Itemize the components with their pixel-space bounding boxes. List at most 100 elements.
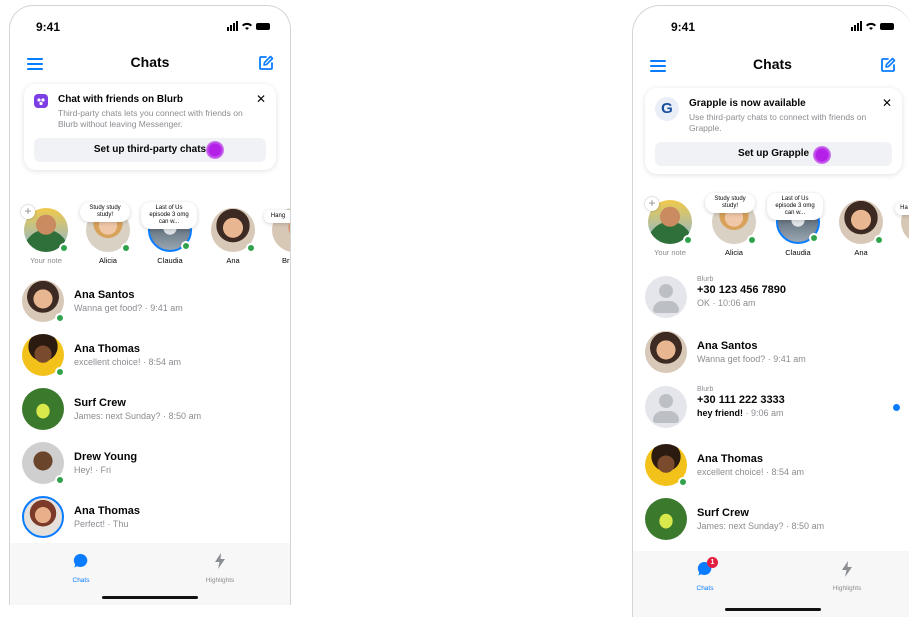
chat-meta: Ana Thomas excellent choice! · 8:54 am (697, 452, 884, 478)
chat-row[interactable]: Ana Santos Wanna get food? · 9:41 am (22, 278, 278, 326)
story-name: Alicia (725, 248, 743, 257)
third-party-promo-card: Chat with friends on Blurb Third-party c… (24, 84, 276, 170)
tap-indicator (813, 146, 831, 164)
promo-body: Use third-party chats to connect with fr… (689, 112, 867, 133)
chat-preview: Perfect! · Thu (74, 519, 129, 529)
chat-meta: Ana Santos Wanna get food? · 9:41 am (74, 288, 262, 314)
chat-name: +30 111 222 3333 (697, 394, 785, 406)
story-name: Claudia (785, 248, 811, 257)
lightning-icon (215, 553, 225, 569)
nav-bar: Chats (633, 52, 909, 76)
stories-row: + Your note Study study study! Alicia La… (10, 202, 290, 282)
story-name: Ana (854, 248, 868, 257)
setup-button-label: Set up Grapple (737, 148, 810, 159)
chat-row[interactable]: Ana Santos Wanna get food? · 9:41 am (645, 329, 900, 377)
chat-meta: Blurb +30 123 456 7890 OK · 10:06 am (697, 276, 884, 309)
status-icons (227, 21, 270, 31)
chat-name: Surf Crew (74, 397, 126, 409)
online-indicator (747, 235, 757, 245)
avatar (22, 496, 64, 538)
chat-row[interactable]: Surf Crew James: next Sunday? · 8:50 am (22, 386, 278, 434)
story-name: Br (282, 256, 290, 265)
chat-preview: OK · 10:06 am (697, 298, 756, 308)
chat-preview: excellent choice! · 8:54 am (697, 467, 805, 477)
battery-icon (880, 23, 894, 30)
online-indicator (55, 367, 65, 377)
compose-icon[interactable] (258, 55, 274, 71)
add-note-icon[interactable]: + (21, 205, 35, 219)
home-indicator (724, 608, 821, 611)
setup-grapple-button[interactable]: Set up Grapple (655, 142, 892, 166)
page-title: Chats (753, 56, 792, 72)
tap-indicator (206, 141, 224, 159)
chat-preview: James: next Sunday? · 8:50 am (697, 521, 825, 531)
avatar: + (645, 197, 693, 245)
avatar (645, 386, 687, 428)
chat-meta: Drew Young Hey! · Fri (74, 450, 262, 476)
home-indicator (102, 596, 198, 599)
tab-label: Chats (696, 585, 714, 592)
status-bar: 9:41 (36, 20, 270, 34)
online-indicator (874, 235, 884, 245)
chat-preview-time: · 9:06 am (743, 408, 784, 418)
avatar: + (21, 205, 69, 253)
close-icon[interactable]: ✕ (882, 96, 892, 110)
grapple-promo-card: G Grapple is now available Use third-par… (645, 88, 902, 174)
tab-chats[interactable]: Chats (51, 553, 111, 584)
setup-third-party-button[interactable]: Set up third-party chats (34, 138, 266, 162)
nav-bar: Chats (10, 50, 290, 74)
avatar (22, 442, 65, 485)
online-indicator (809, 233, 819, 243)
compose-icon[interactable] (880, 57, 896, 73)
chat-preview: excellent choice! · 8:54 am (74, 357, 182, 367)
status-bar: 9:41 (671, 20, 894, 34)
chat-row[interactable]: Surf Crew James: next Sunday? · 8:50 am (645, 496, 900, 544)
story-name: Claudia (157, 256, 183, 265)
tab-highlights[interactable]: Highlights (190, 553, 250, 584)
online-indicator (55, 313, 65, 323)
tab-highlights[interactable]: Highlights (817, 561, 877, 592)
chat-meta: Ana Thomas Perfect! · Thu (74, 504, 262, 530)
story-name: Your note (30, 256, 62, 265)
chat-row[interactable]: Ana Thomas Perfect! · Thu (22, 494, 278, 542)
chat-row[interactable]: Drew Young Hey! · Fri (22, 440, 278, 488)
promo-body: Third-party chats lets you connect with … (58, 108, 243, 129)
story-your-note[interactable]: + Your note (643, 197, 697, 257)
chat-preview: Wanna get food? · 9:41 am (697, 354, 806, 364)
online-indicator (121, 243, 131, 253)
tab-label: Chats (72, 577, 90, 584)
online-indicator (181, 241, 191, 251)
note-bubble: Last of Us episode 3 omg can w... (141, 202, 197, 229)
tab-bar: 1 Chats Highlights (633, 551, 909, 617)
avatar (839, 200, 884, 245)
battery-icon (256, 23, 270, 30)
close-icon[interactable]: ✕ (256, 92, 266, 106)
grapple-app-icon: G (655, 97, 679, 121)
note-bubble: Last of Us episode 3 omg can w... (767, 193, 823, 220)
chat-name: Ana Santos (74, 289, 135, 301)
online-indicator (678, 477, 688, 487)
note-bubble: Study study study! (80, 202, 130, 222)
stories-row: + Your note Study study study! Alicia La… (633, 190, 909, 270)
story-your-note[interactable]: + Your note (19, 205, 73, 265)
promo-title: Chat with friends on Blurb (58, 94, 183, 105)
tab-label: Highlights (205, 577, 235, 584)
story-ana[interactable]: Ana (206, 208, 260, 265)
tab-chats[interactable]: 1 Chats (675, 557, 735, 592)
chat-row[interactable]: Blurb +30 123 456 7890 OK · 10:06 am (645, 274, 900, 322)
signal-icon (227, 21, 238, 31)
chat-row[interactable]: Ana Thomas excellent choice! · 8:54 am (22, 332, 278, 380)
chat-preview: Hey! · Fri (74, 465, 111, 475)
avatar (211, 208, 256, 253)
tab-bar: Chats Highlights (10, 543, 290, 605)
online-indicator (59, 243, 69, 253)
chat-bubble-icon (73, 553, 88, 568)
story-ana[interactable]: Ana (834, 200, 888, 257)
add-note-icon[interactable]: + (645, 197, 659, 211)
tab-label: Highlights (832, 585, 862, 592)
chat-row[interactable]: Blurb +30 111 222 3333 hey friend! · 9:0… (645, 384, 900, 432)
chat-source: Blurb (697, 276, 714, 283)
chat-meta: Surf Crew James: next Sunday? · 8:50 am (74, 396, 262, 422)
chat-name: Ana Thomas (74, 505, 141, 517)
chat-row[interactable]: Ana Thomas excellent choice! · 8:54 am (645, 442, 900, 490)
